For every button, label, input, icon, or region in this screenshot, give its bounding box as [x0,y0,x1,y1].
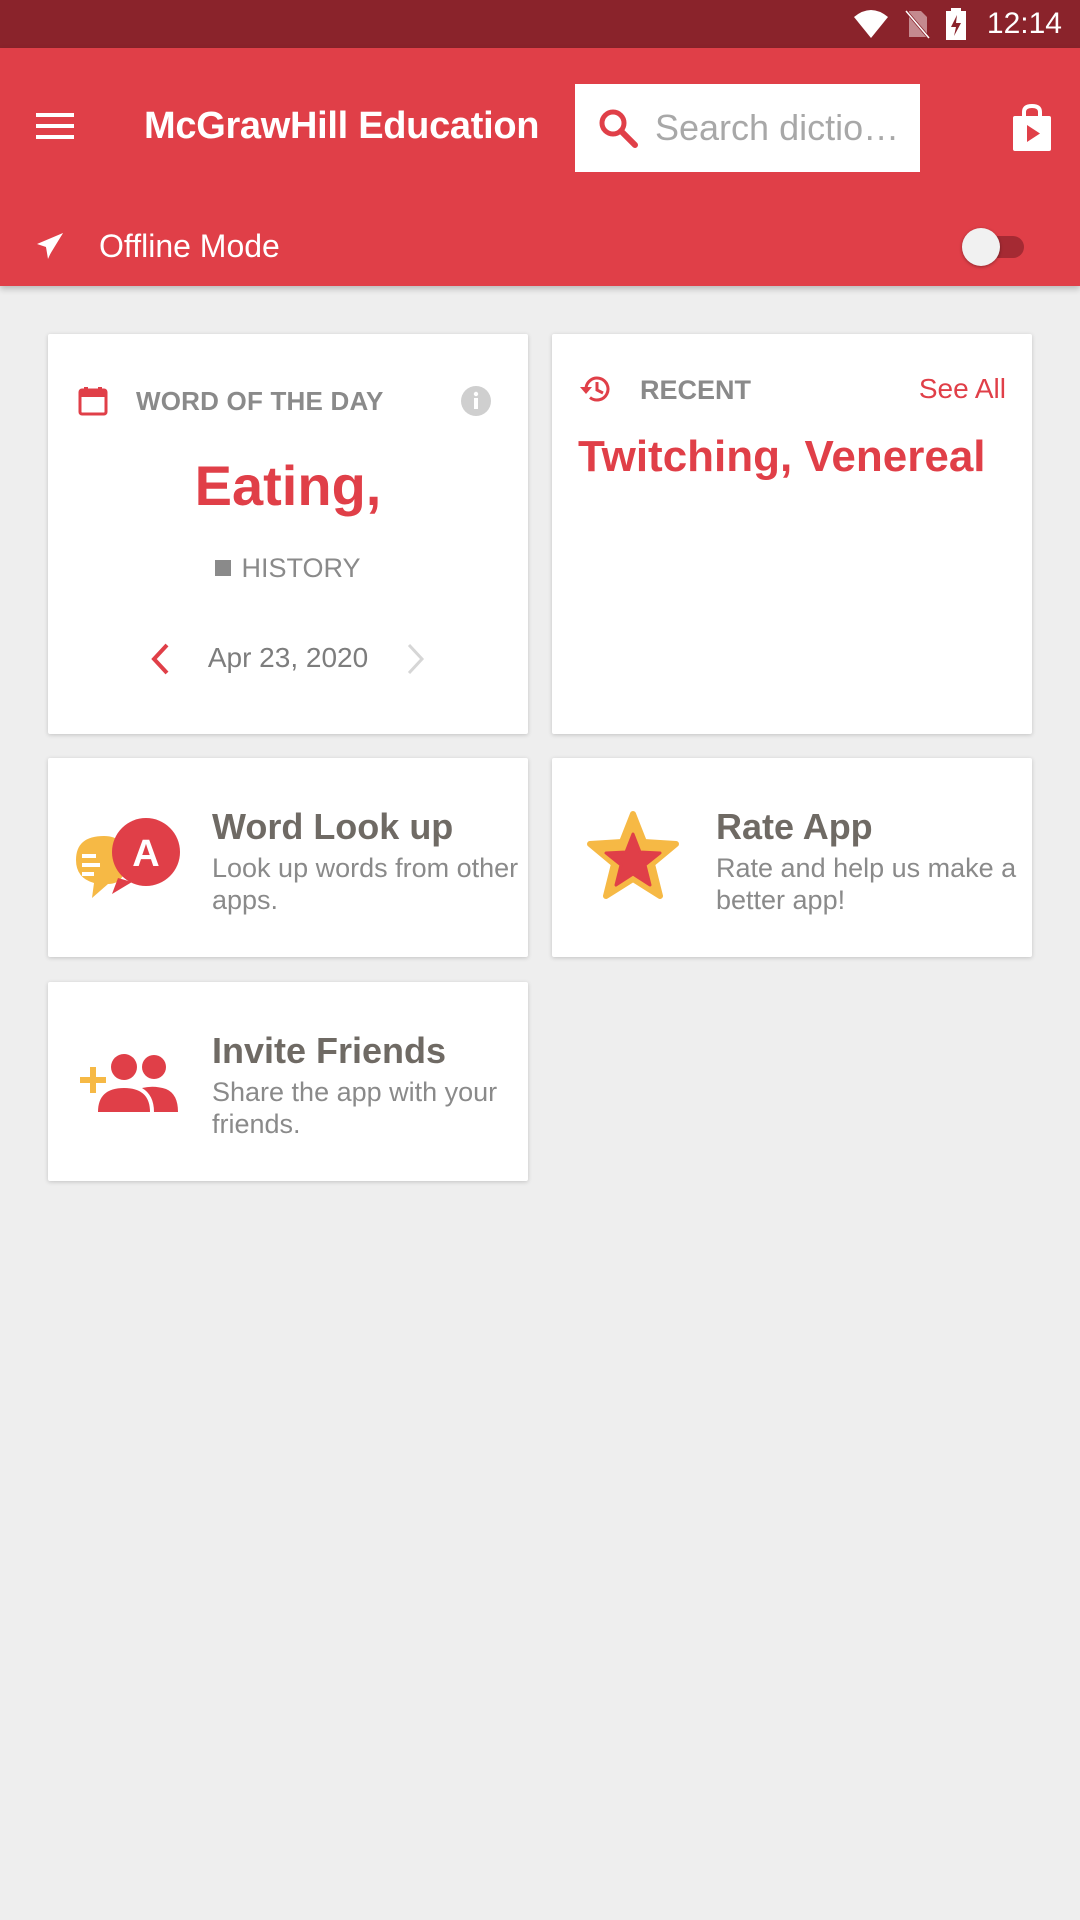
wifi-icon [853,10,888,38]
recent-label: RECENT [640,375,752,405]
rate-star-icon [587,811,679,899]
app-title: McGrawHill Education [144,105,540,147]
rate-app-card[interactable]: Rate App Rate and help us make a better … [552,758,1032,957]
offline-mode-label: Offline Mode [99,228,280,264]
word-category-label: HISTORY [241,553,361,583]
offline-mode-row: Offline Mode [0,218,1080,274]
no-sim-icon [904,10,931,39]
battery-charging-icon [945,8,966,40]
offline-mode-toggle[interactable] [962,226,1026,266]
rate-app-title: Rate App [716,806,873,847]
word-of-the-day-date: Apr 23, 2020 [207,642,369,673]
invite-friends-card[interactable]: Invite Friends Share the app with your f… [48,982,528,1181]
category-square-icon [215,560,232,576]
recent-card: RECENT See All Twitching, Venereal [552,334,1032,734]
invite-friends-icon [80,1054,178,1112]
invite-friends-title: Invite Friends [212,1030,447,1071]
status-bar: 12:14 [0,0,1080,48]
history-icon [580,376,610,402]
app-bar: McGrawHill Education Offline Mode [0,48,1080,286]
word-lookup-card[interactable]: A Word Look up Look up words from other … [48,758,528,957]
word-of-the-day-label: WORD OF THE DAY [136,386,384,416]
search-icon [599,109,638,148]
calendar-icon [78,387,108,416]
info-icon[interactable] [460,385,492,417]
svg-text:A: A [132,833,159,875]
chevron-right-icon[interactable] [404,641,428,677]
invite-friends-description: Share the app with your friends. [212,1077,498,1139]
word-lookup-chat-icon: A [76,818,180,898]
recent-words[interactable]: Twitching, Venereal [578,430,986,484]
word-lookup-description: Look up words from other apps. [212,853,519,915]
clock: 12:14 [986,7,1062,40]
search-input[interactable] [655,107,900,149]
toggle-thumb [962,228,1000,266]
menu-icon[interactable] [36,111,76,141]
airplane-icon [37,233,63,259]
word-of-the-day-word[interactable]: Eating, [48,454,528,518]
rate-app-description: Rate and help us make a better app! [716,853,1017,915]
see-all-link[interactable]: See All [919,372,1006,406]
word-lookup-title: Word Look up [212,806,454,847]
word-of-the-day-card[interactable]: WORD OF THE DAY Eating, HISTORY Apr 23, … [48,334,528,734]
search-box[interactable] [575,84,920,172]
word-category-tag: HISTORY [48,552,528,584]
store-bag-icon[interactable] [1012,104,1052,152]
